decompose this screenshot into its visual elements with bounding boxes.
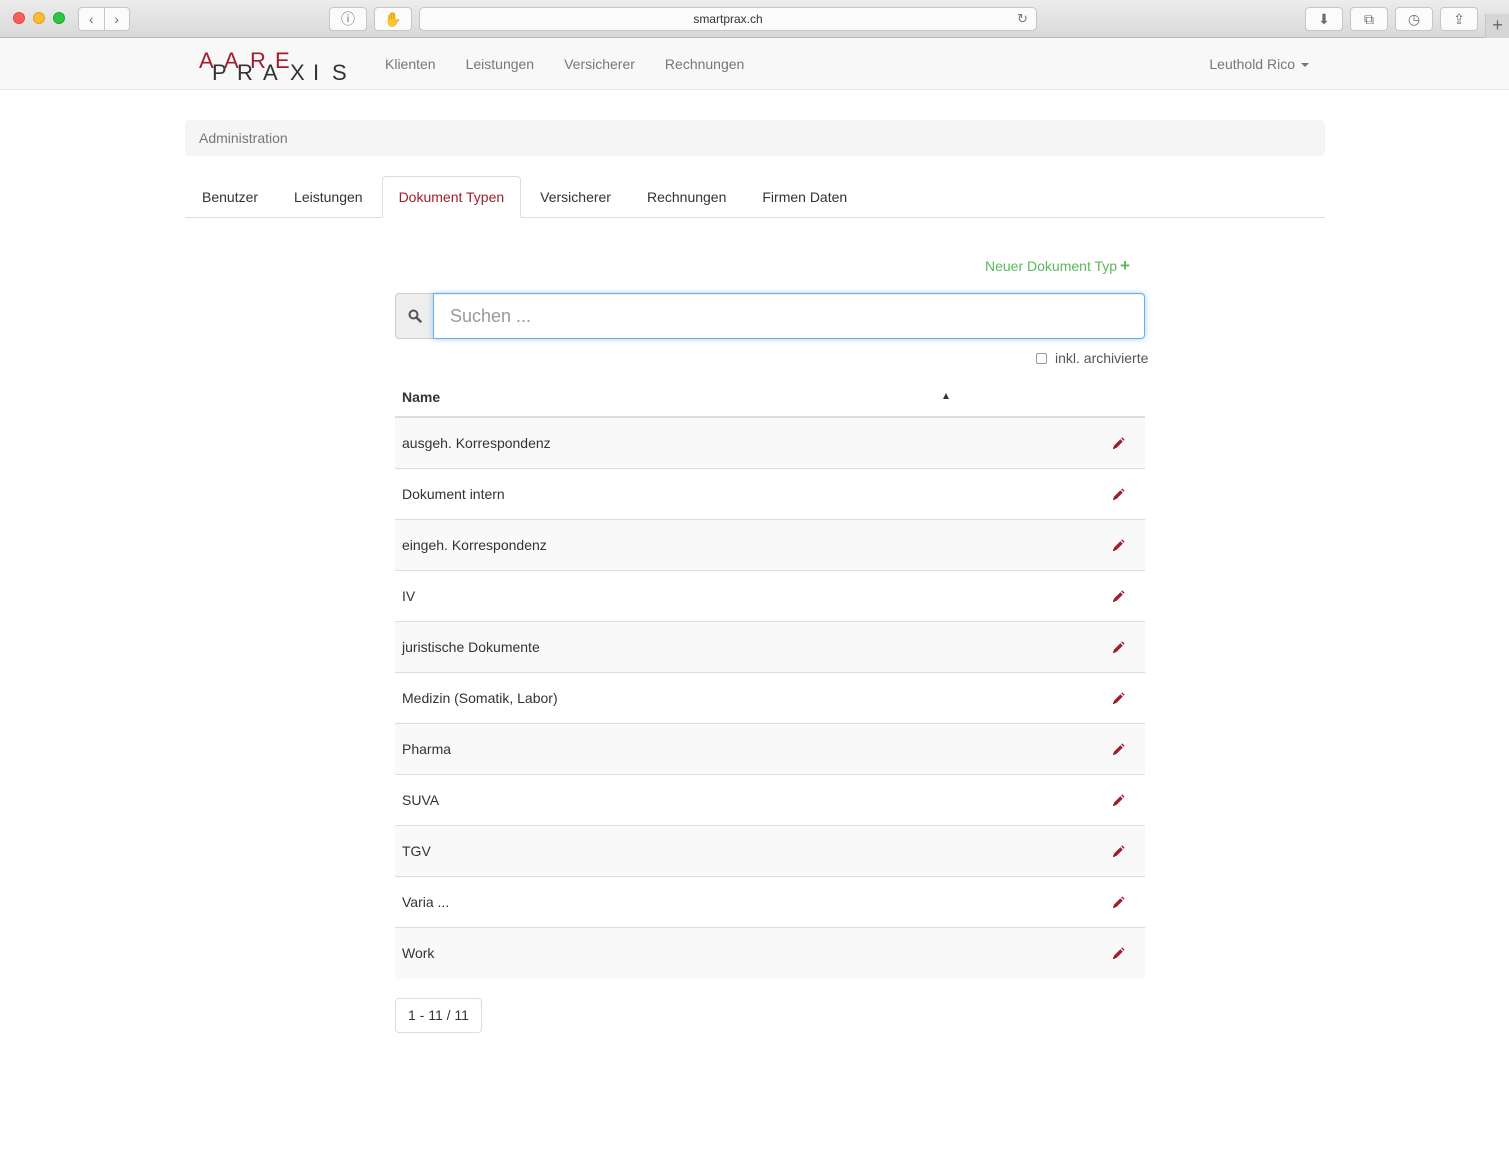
table-row: juristische Dokumente — [395, 622, 1145, 673]
history-icon[interactable]: ◷ — [1395, 7, 1433, 31]
table-header: Name — [395, 377, 1145, 418]
document-types-table: Name ausgeh. Korrespondenz Dokument inter… — [395, 377, 1145, 979]
table-row: eingeh. Korrespondenz — [395, 520, 1145, 571]
tab-versicherer[interactable]: Versicherer — [523, 176, 628, 217]
column-header-name[interactable]: Name — [402, 389, 440, 405]
breadcrumb-item: Administration — [199, 130, 288, 146]
share-icon[interactable]: ⇪ — [1440, 7, 1478, 31]
nav-rechnungen[interactable]: Rechnungen — [650, 38, 759, 90]
admin-tabs: Benutzer Leistungen Dokument Typen Versi… — [185, 176, 1325, 218]
table-row: TGV — [395, 826, 1145, 877]
caret-down-icon — [1301, 63, 1309, 68]
row-name: Pharma — [402, 741, 452, 757]
new-document-type-button[interactable]: Neuer Dokument Typ + — [985, 256, 1130, 276]
pagination-info: 1 - 11 / 11 — [395, 998, 482, 1033]
pencil-icon[interactable] — [1111, 539, 1125, 553]
row-name: eingeh. Korrespondenz — [402, 537, 547, 553]
pencil-icon[interactable] — [1111, 437, 1125, 451]
row-name: Dokument intern — [402, 486, 505, 502]
tab-benutzer[interactable]: Benutzer — [185, 176, 275, 217]
new-document-type-label: Neuer Dokument Typ — [985, 258, 1118, 274]
reload-icon[interactable]: ↻ — [1017, 8, 1028, 30]
row-name: Medizin (Somatik, Labor) — [402, 690, 558, 706]
user-name: Leuthold Rico — [1209, 56, 1295, 72]
tab-dokument-typen[interactable]: Dokument Typen — [381, 176, 522, 218]
history-nav: ‹ › — [78, 7, 130, 31]
main-nav: Klienten Leistungen Versicherer Rechnung… — [370, 38, 759, 90]
row-name: ausgeh. Korrespondenz — [402, 435, 551, 451]
archived-label: inkl. archivierte — [1055, 350, 1149, 366]
pencil-icon[interactable] — [1111, 845, 1125, 859]
close-window-button[interactable] — [13, 12, 25, 24]
app-navbar: A P A R R A E X I S Klienten Leistungen … — [0, 38, 1509, 90]
tab-rechnungen[interactable]: Rechnungen — [630, 176, 743, 217]
search-group — [395, 293, 1145, 339]
pencil-icon[interactable] — [1111, 692, 1125, 706]
nav-versicherer[interactable]: Versicherer — [549, 38, 650, 90]
minimize-window-button[interactable] — [33, 12, 45, 24]
row-name: Work — [402, 945, 435, 961]
pencil-icon[interactable] — [1111, 794, 1125, 808]
logo[interactable]: A P A R R A E X I S — [199, 48, 349, 88]
url-text: smartprax.ch — [693, 12, 763, 26]
pencil-icon[interactable] — [1111, 641, 1125, 655]
row-name: juristische Dokumente — [402, 639, 540, 655]
row-name: Varia ... — [402, 894, 450, 910]
include-archived-toggle[interactable]: inkl. archivierte — [1036, 350, 1148, 366]
table-row: IV — [395, 571, 1145, 622]
back-icon[interactable]: ‹ — [79, 8, 105, 30]
table-row: Varia ... — [395, 877, 1145, 928]
pencil-icon[interactable] — [1111, 947, 1125, 961]
table-row: Medizin (Somatik, Labor) — [395, 673, 1145, 724]
address-bar[interactable]: smartprax.ch ↻ — [419, 7, 1037, 31]
row-name: SUVA — [402, 792, 440, 808]
user-menu[interactable]: Leuthold Rico — [1209, 38, 1309, 90]
pencil-icon[interactable] — [1111, 590, 1125, 604]
sort-ascending-icon[interactable] — [943, 393, 949, 399]
pencil-icon[interactable] — [1111, 896, 1125, 910]
nav-klienten[interactable]: Klienten — [370, 38, 451, 90]
browser-toolbar: ‹ › ⓘ ✋ smartprax.ch ↻ ⬇ ⧉ ◷ ⇪ + — [0, 0, 1509, 38]
table-row: ausgeh. Korrespondenz — [395, 418, 1145, 469]
tab-firmen-daten[interactable]: Firmen Daten — [745, 176, 864, 217]
search-input[interactable] — [433, 293, 1145, 339]
row-name: IV — [402, 588, 416, 604]
forward-icon[interactable]: › — [105, 8, 130, 30]
breadcrumb: Administration — [185, 120, 1325, 156]
table-row: SUVA — [395, 775, 1145, 826]
row-name: TGV — [402, 843, 431, 859]
download-icon[interactable]: ⬇ — [1305, 7, 1343, 31]
table-body: ausgeh. Korrespondenz Dokument intern eing… — [395, 418, 1145, 979]
table-row: Dokument intern — [395, 469, 1145, 520]
plus-icon: + — [1120, 256, 1130, 275]
table-row: Pharma — [395, 724, 1145, 775]
tabs-overview-icon[interactable]: ⧉ — [1350, 7, 1388, 31]
pencil-icon[interactable] — [1111, 488, 1125, 502]
privacy-icon[interactable]: ⓘ — [329, 7, 367, 31]
extension-icon[interactable]: ✋ — [374, 7, 412, 31]
archived-checkbox[interactable] — [1036, 352, 1047, 364]
nav-leistungen[interactable]: Leistungen — [451, 38, 550, 90]
table-row: Work — [395, 928, 1145, 979]
tab-leistungen[interactable]: Leistungen — [277, 176, 380, 217]
pencil-icon[interactable] — [1111, 743, 1125, 757]
search-icon — [395, 293, 433, 339]
zoom-window-button[interactable] — [53, 12, 65, 24]
new-tab-icon[interactable]: + — [1485, 14, 1509, 38]
